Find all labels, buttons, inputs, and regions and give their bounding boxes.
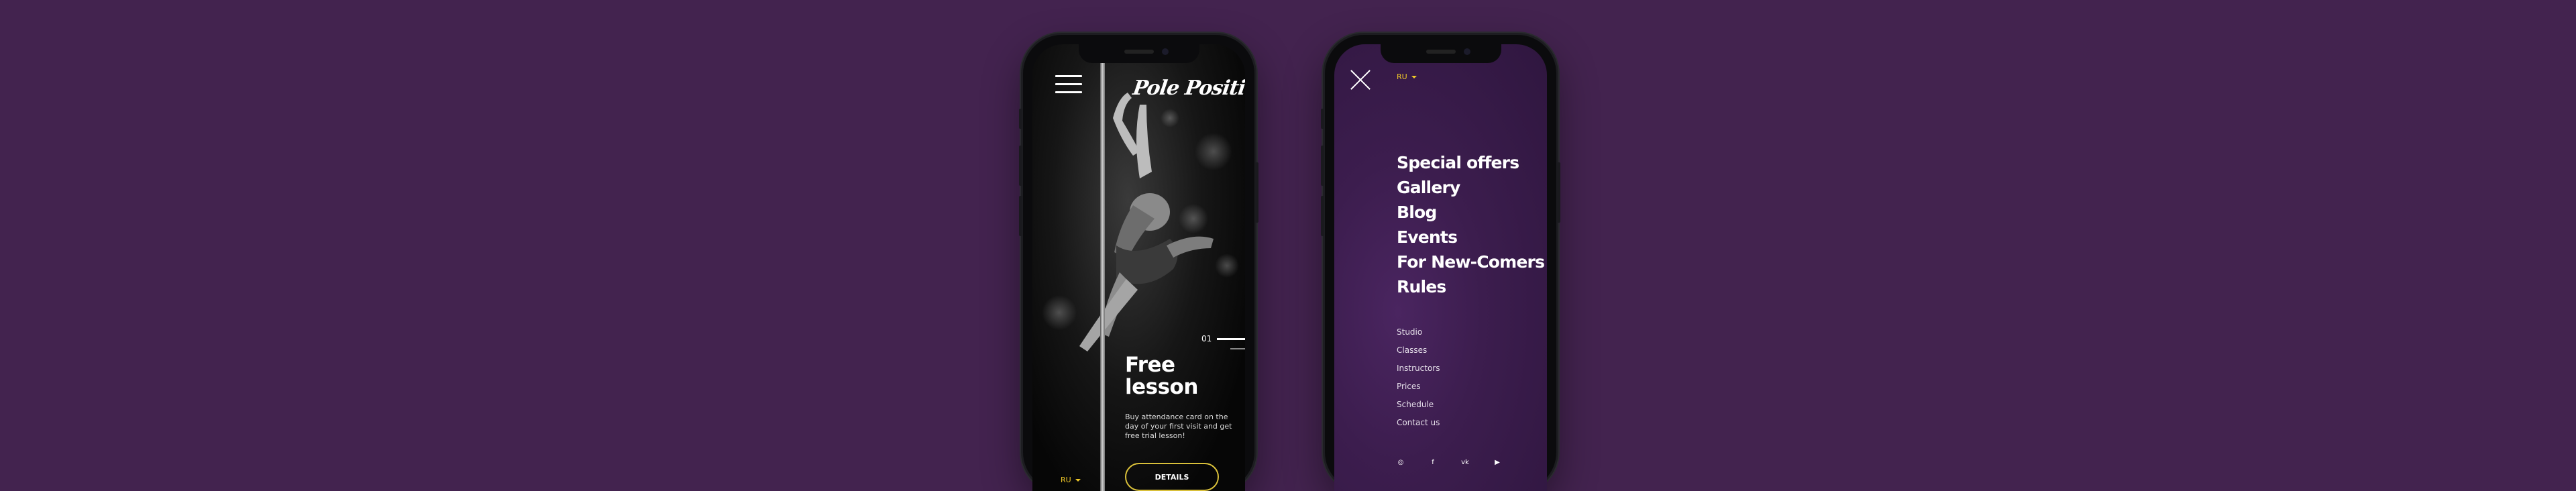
power-button: [1255, 162, 1258, 223]
menu-item-events[interactable]: Events: [1397, 225, 1544, 250]
menu-item-for-new-comers[interactable]: For New-Comers: [1397, 250, 1545, 274]
slide-indicator[interactable]: [1230, 348, 1245, 349]
hero-description: Buy attendance card on the day of your f…: [1125, 413, 1232, 440]
volume-up-button: [1321, 146, 1324, 186]
menu-item-rules[interactable]: Rules: [1397, 274, 1544, 299]
menu-item-blog[interactable]: Blog: [1397, 200, 1544, 225]
volume-down-button: [1019, 196, 1022, 236]
menu-screen: RU Special offers Gallery Blog Events Fo…: [1334, 44, 1547, 491]
youtube-icon[interactable]: ▶: [1493, 458, 1501, 466]
sub-menu-item-studio[interactable]: Studio: [1397, 323, 1440, 341]
home-screen: Pole Position 01 Free lesson Buy attenda…: [1032, 44, 1245, 491]
sub-menu-item-contact-us[interactable]: Contact us: [1397, 414, 1440, 432]
volume-down-button: [1321, 196, 1324, 236]
language-selector[interactable]: RU: [1397, 72, 1417, 81]
sub-menu-item-prices[interactable]: Prices: [1397, 378, 1440, 396]
sub-menu-item-classes[interactable]: Classes: [1397, 341, 1440, 360]
instagram-icon[interactable]: ◎: [1397, 458, 1405, 466]
details-button[interactable]: DETAILS: [1125, 463, 1219, 491]
mute-switch: [1321, 109, 1324, 129]
chevron-down-icon: [1075, 479, 1081, 482]
main-menu: Special offers Gallery Blog Events For N…: [1397, 150, 1545, 299]
slide-number: 01: [1201, 334, 1212, 343]
volume-up-button: [1019, 146, 1022, 186]
phone-menu-screen: RU Special offers Gallery Blog Events Fo…: [1321, 35, 1560, 491]
facebook-icon[interactable]: f: [1429, 458, 1437, 466]
sub-menu-item-schedule[interactable]: Schedule: [1397, 396, 1440, 414]
vk-icon[interactable]: vk: [1461, 458, 1469, 466]
close-icon[interactable]: [1349, 68, 1372, 91]
chevron-down-icon: [1411, 76, 1417, 78]
menu-item-special-offers[interactable]: Special offers: [1397, 150, 1544, 175]
pole: [1100, 58, 1105, 491]
phone-notch: [1380, 44, 1501, 63]
sub-menu-item-instructors[interactable]: Instructors: [1397, 360, 1440, 378]
phone-notch: [1078, 44, 1199, 63]
sub-menu: Studio Classes Instructors Prices Schedu…: [1397, 323, 1440, 432]
mute-switch: [1019, 109, 1022, 129]
power-button: [1557, 162, 1560, 223]
language-selector[interactable]: RU: [1061, 476, 1081, 484]
social-links: ◎ f vk ▶: [1397, 458, 1501, 466]
hamburger-menu-icon[interactable]: [1055, 74, 1082, 95]
menu-item-gallery[interactable]: Gallery: [1397, 175, 1544, 200]
language-label: RU: [1397, 72, 1407, 81]
phone-home-screen: Pole Position 01 Free lesson Buy attenda…: [1019, 35, 1258, 491]
brand-logo[interactable]: Pole Position: [1132, 76, 1245, 100]
language-label: RU: [1061, 476, 1071, 484]
hero-title: Free lesson: [1125, 353, 1198, 399]
slide-indicator-active[interactable]: [1217, 338, 1245, 340]
